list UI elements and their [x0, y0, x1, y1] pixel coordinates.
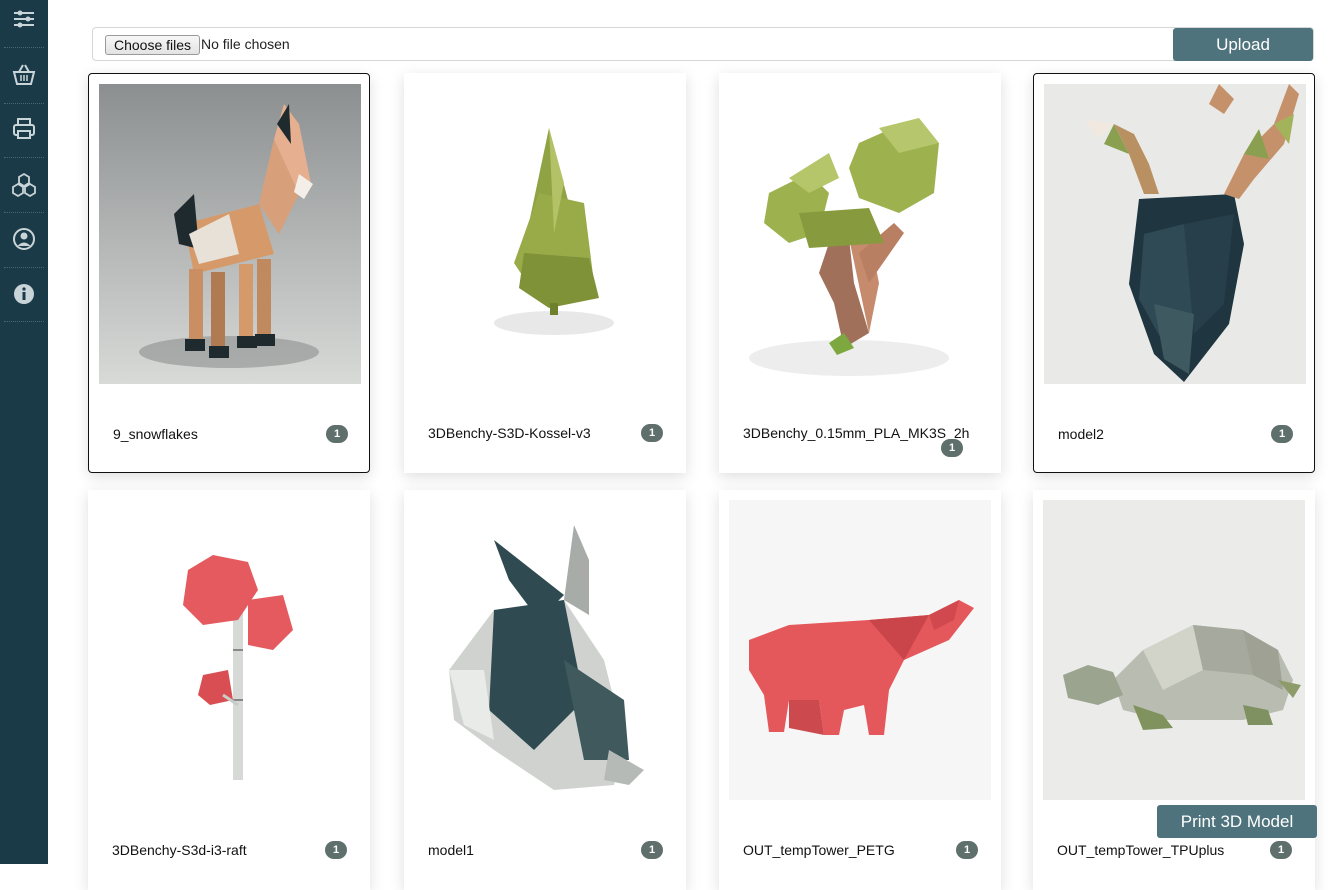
file-status-text: No file chosen — [201, 36, 290, 52]
model-card[interactable]: model2 1 — [1033, 73, 1315, 473]
model-card[interactable]: 3DBenchy-S3D-Kossel-v3 1 — [404, 73, 686, 473]
model-thumbnail — [414, 83, 676, 383]
model-name: OUT_tempTower_PETG — [743, 842, 895, 858]
model-thumbnail — [1044, 84, 1306, 384]
model-thumbnail — [414, 500, 676, 800]
choose-files-button[interactable]: Choose files — [105, 35, 201, 55]
model-count-badge: 1 — [1270, 841, 1292, 859]
model-name: OUT_tempTower_TPUplus — [1057, 842, 1225, 858]
model-thumbnail — [729, 83, 991, 383]
sidebar-item-basket[interactable] — [0, 48, 48, 102]
model-count-badge: 1 — [326, 425, 348, 443]
basket-icon — [12, 64, 36, 85]
sidebar — [0, 0, 48, 864]
model-card[interactable]: 3DBenchy_0.15mm_PLA_MK3S_2h 1 — [719, 73, 1001, 473]
model-name: 3DBenchy-S3d-i3-raft — [112, 842, 247, 858]
model-name: model2 — [1058, 426, 1104, 442]
model-thumbnail — [99, 84, 361, 384]
model-name: 3DBenchy-S3D-Kossel-v3 — [428, 425, 591, 441]
sidebar-item-settings[interactable] — [0, 0, 48, 46]
printer-icon — [13, 118, 35, 139]
model-name: 9_snowflakes — [113, 426, 198, 442]
print-3d-model-button[interactable]: Print 3D Model — [1157, 805, 1317, 838]
sliders-icon — [14, 10, 34, 28]
upload-button[interactable]: Upload — [1173, 28, 1313, 61]
model-name: 3DBenchy_0.15mm_PLA_MK3S_2h — [743, 425, 970, 441]
user-icon — [13, 228, 35, 250]
model-count-badge: 1 — [941, 439, 963, 457]
sidebar-item-models[interactable] — [0, 158, 48, 212]
model-card[interactable]: OUT_tempTower_PETG 1 — [719, 490, 1001, 890]
model-name: model1 — [428, 842, 474, 858]
model-count-badge: 1 — [956, 841, 978, 859]
model-count-badge: 1 — [325, 841, 347, 859]
model-thumbnail — [729, 500, 991, 800]
model-count-badge: 1 — [1271, 425, 1293, 443]
model-count-badge: 1 — [641, 841, 663, 859]
sidebar-item-info[interactable] — [0, 267, 48, 321]
model-thumbnail — [98, 500, 360, 800]
sidebar-item-account[interactable] — [0, 212, 48, 266]
info-icon — [14, 284, 34, 304]
model-card[interactable]: 9_snowflakes 1 — [88, 73, 370, 473]
model-count-badge: 1 — [641, 424, 663, 442]
sidebar-item-printer[interactable] — [0, 102, 48, 156]
model-card[interactable]: model1 1 — [404, 490, 686, 890]
model-thumbnail — [1043, 500, 1305, 800]
cubes-icon — [12, 172, 36, 198]
model-card[interactable]: 3DBenchy-S3d-i3-raft 1 — [88, 490, 370, 890]
